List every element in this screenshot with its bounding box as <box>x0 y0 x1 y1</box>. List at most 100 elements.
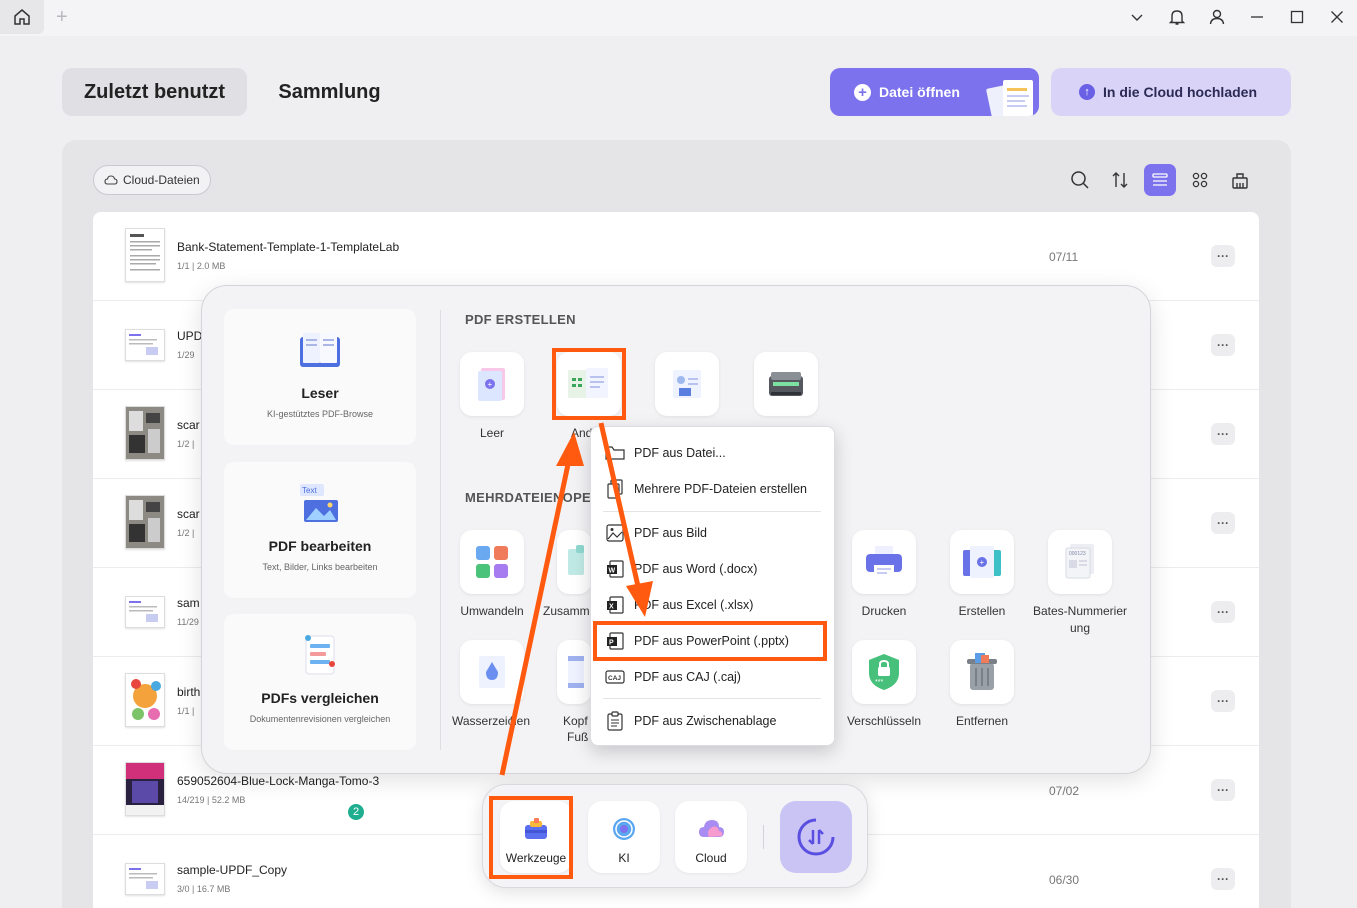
pdf-from-excel-item[interactable]: X PDF aus Excel (.xlsx) <box>591 588 836 622</box>
maximize-icon[interactable] <box>1277 0 1317 34</box>
print-tile[interactable] <box>852 530 916 594</box>
reader-title: Leser <box>301 385 339 401</box>
file-meta: 14/219 | 52.2 MB <box>177 795 246 805</box>
file-thumbnail <box>125 673 165 727</box>
ai-dock-label: KI <box>618 851 630 865</box>
create-pdf-dropdown: PDF aus Datei... Mehrere PDF-Dateien ers… <box>590 426 835 746</box>
remove-label: Entfernen <box>955 714 1009 728</box>
clean-broom-icon[interactable] <box>1224 164 1256 196</box>
sort-icon[interactable] <box>1104 164 1136 196</box>
excel-icon: X <box>605 595 625 615</box>
sync-dock-button[interactable] <box>780 801 852 873</box>
reader-card[interactable]: Leser KI-gestütztes PDF-Browse <box>224 309 416 445</box>
new-tab-plus-icon[interactable]: + <box>56 6 68 29</box>
plus-circle-icon: + <box>854 83 871 101</box>
trash-icon <box>967 653 997 690</box>
file-meta: 1/1 | 2.0 MB <box>177 261 226 271</box>
dropdown-separator <box>603 698 821 699</box>
bell-icon[interactable] <box>1157 0 1197 34</box>
search-icon[interactable] <box>1064 164 1096 196</box>
bates-tile[interactable]: 000123 <box>1048 530 1112 594</box>
file-thumbnail <box>125 762 165 816</box>
header-footer-tile[interactable] <box>557 640 591 704</box>
bates-numbering-icon: 000123 <box>1065 544 1094 579</box>
more-options-button[interactable]: ··· <box>1211 245 1235 267</box>
clipboard-icon <box>605 711 625 731</box>
minimize-icon[interactable] <box>1237 0 1277 34</box>
edit-pdf-subtitle: Text, Bilder, Links bearbeiten <box>262 562 378 572</box>
home-icon <box>14 9 30 25</box>
scan-id-tile[interactable] <box>655 352 719 416</box>
more-options-button[interactable]: ··· <box>1211 868 1235 890</box>
compare-pdf-subtitle: Dokumentenrevisionen vergleichen <box>249 714 391 724</box>
encrypt-tile[interactable]: *** <box>852 640 916 704</box>
dropdown-separator <box>603 511 821 512</box>
file-meta: 3/0 | 16.7 MB <box>177 884 231 894</box>
pdf-from-file-item[interactable]: PDF aus Datei... <box>591 436 836 470</box>
tab-recent[interactable]: Zuletzt benutzt <box>62 68 247 116</box>
merge-tile[interactable] <box>557 530 591 594</box>
more-options-button[interactable]: ··· <box>1211 423 1235 445</box>
tab-collection[interactable]: Sammlung <box>262 68 397 116</box>
file-thumbnail <box>125 228 165 282</box>
file-name: 659052604-Blue-Lock-Manga-Tomo-3 <box>177 774 380 788</box>
header-footer-label: Kopf <box>563 714 588 728</box>
convert-label: Umwandeln <box>460 604 524 618</box>
grid-view-icon[interactable] <box>1184 164 1216 196</box>
file-name: Bank-Statement-Template-1-TemplateLab <box>177 240 400 254</box>
file-name: scar <box>177 418 200 432</box>
more-options-button[interactable]: ··· <box>1211 690 1235 712</box>
more-options-button[interactable]: ··· <box>1211 779 1235 801</box>
open-file-label: Datei öffnen <box>879 84 960 100</box>
compare-pdf-card[interactable]: PDFs vergleichen Dokumentenrevisionen ve… <box>224 614 416 750</box>
file-thumbnail <box>125 495 165 549</box>
more-options-button[interactable]: ··· <box>1211 334 1235 356</box>
watermark-tile[interactable] <box>460 640 524 704</box>
word-icon: W <box>605 559 625 579</box>
edit-pdf-card[interactable]: Text PDF bearbeiten Text, Bilder, Links … <box>224 462 416 598</box>
lock-shield-icon: *** <box>869 654 899 690</box>
svg-text:W: W <box>609 568 616 575</box>
scanner-tile[interactable] <box>754 352 818 416</box>
chevron-down-icon[interactable] <box>1117 0 1157 34</box>
pdf-from-image-item[interactable]: PDF aus Bild <box>591 516 836 550</box>
ai-dock-button[interactable]: KI <box>588 801 660 873</box>
cloud-files-label: Cloud-Dateien <box>123 173 200 187</box>
convert-tile[interactable] <box>460 530 524 594</box>
list-toolbar <box>1064 164 1256 196</box>
merge-label: Zusamm <box>543 604 590 618</box>
cloud-dock-button[interactable]: Cloud <box>675 801 747 873</box>
id-card-icon <box>673 370 701 398</box>
header-footer-label-line2: Fuß <box>567 730 589 744</box>
pdf-from-caj-item[interactable]: CAJ PDF aus CAJ (.caj) <box>591 660 836 694</box>
file-meta: 11/29 <box>177 617 199 627</box>
multiple-pdfs-item[interactable]: Mehrere PDF-Dateien erstellen <box>591 472 836 506</box>
list-view-icon[interactable] <box>1144 164 1176 196</box>
remove-tile[interactable] <box>950 640 1014 704</box>
file-name: birth <box>177 685 201 699</box>
watermark-icon <box>479 656 505 688</box>
encrypt-label: Verschlüsseln <box>846 714 922 728</box>
user-icon[interactable] <box>1197 0 1237 34</box>
blank-pdf-tile[interactable]: + <box>460 352 524 416</box>
more-options-button[interactable]: ··· <box>1211 601 1235 623</box>
svg-text:CAJ: CAJ <box>608 675 621 682</box>
create-tile[interactable]: + <box>950 530 1014 594</box>
sync-arrows-icon <box>797 818 835 856</box>
sync-count-badge: 2 <box>347 803 365 821</box>
watermark-label: Wasserzeic <box>452 714 514 728</box>
pdf-from-clipboard-item[interactable]: PDF aus Zwischenablage <box>591 704 836 738</box>
file-meta: 1/1 | <box>177 706 195 716</box>
file-meta: 1/29 <box>177 350 195 360</box>
home-button[interactable] <box>0 0 44 34</box>
pdf-from-word-item[interactable]: W PDF aus Word (.docx) <box>591 552 836 586</box>
cloud-files-filter[interactable]: Cloud-Dateien <box>93 165 211 195</box>
folder-icon <box>605 443 625 463</box>
upload-cloud-button[interactable]: ↑ In die Cloud hochladen <box>1051 68 1291 116</box>
create-label: Erstellen <box>958 604 1006 618</box>
file-thumbnail <box>125 863 165 895</box>
open-file-button[interactable]: + Datei öffnen <box>830 68 1039 116</box>
file-thumbnail <box>125 329 165 361</box>
more-options-button[interactable]: ··· <box>1211 512 1235 534</box>
close-icon[interactable] <box>1317 0 1357 34</box>
